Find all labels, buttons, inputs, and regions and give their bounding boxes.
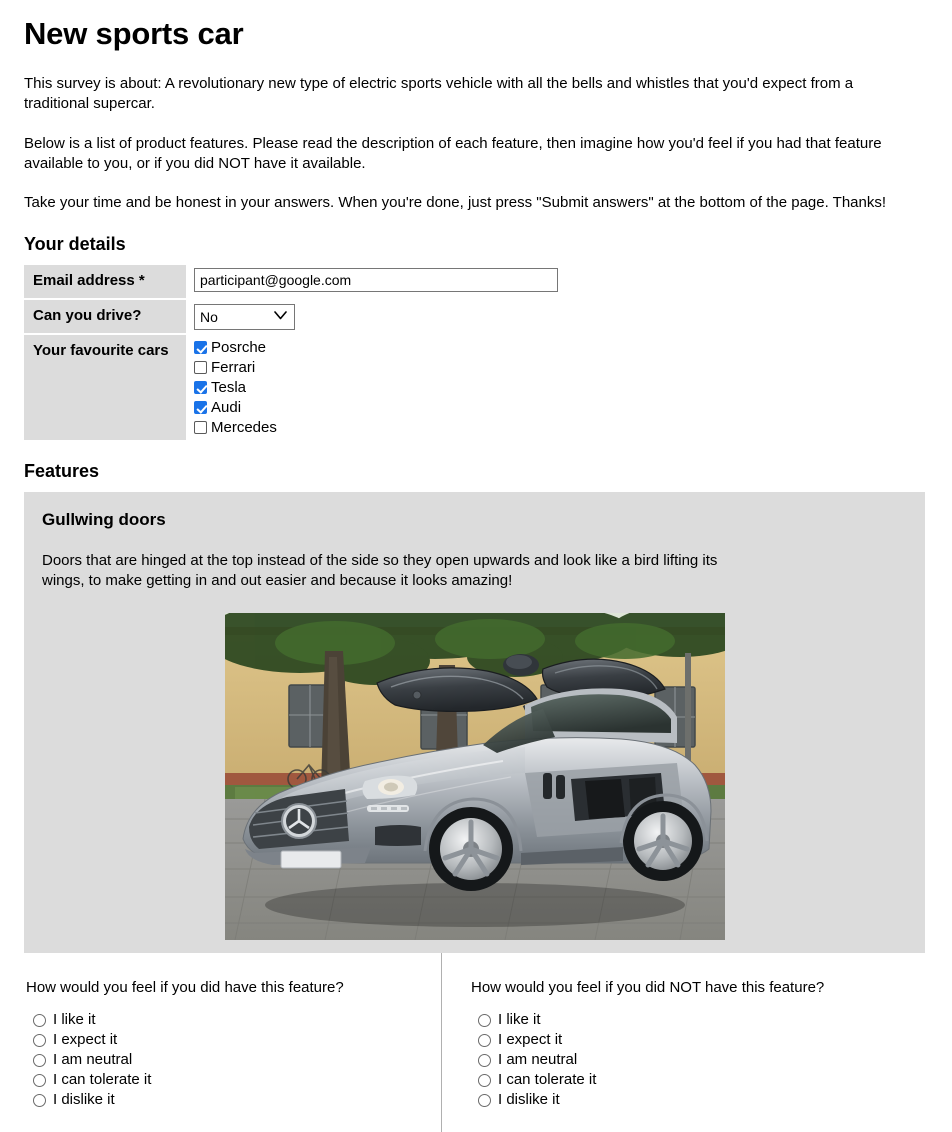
functional-radio-group: I like it I expect it I am neutral I can to… [26, 1010, 441, 1110]
gullwing-car-photo [224, 612, 725, 940]
radio-unselected-icon[interactable] [478, 1093, 491, 1107]
radio-option-label: I expect it [498, 1031, 563, 1049]
checkbox-checked-icon[interactable] [194, 401, 207, 415]
intro-paragraph-2: Below is a list of product features. Ple… [24, 134, 882, 172]
details-table: Email address * Can you drive? No [24, 265, 558, 440]
favourite-car-option[interactable]: Posrche [194, 338, 558, 358]
feature-name: Gullwing doors [42, 510, 166, 530]
favourite-car-label: Ferrari [211, 358, 256, 376]
radio-option[interactable]: I dislike it [33, 1090, 441, 1110]
checkbox-checked-icon[interactable] [194, 341, 207, 355]
radio-option-label: I am neutral [53, 1051, 133, 1069]
feature-questions: How would you feel if you did have this … [0, 952, 952, 1132]
intro-block: This survey is about: A revolutionary ne… [0, 74, 952, 214]
radio-option-label: I expect it [53, 1031, 118, 1049]
feature-description: Doors that are hinged at the top instead… [42, 551, 718, 590]
radio-unselected-icon[interactable] [33, 1033, 46, 1047]
radio-option[interactable]: I expect it [478, 1030, 952, 1050]
radio-option[interactable]: I can tolerate it [478, 1070, 952, 1090]
page-title: New sports car [24, 16, 244, 51]
radio-unselected-icon[interactable] [478, 1013, 491, 1027]
favourite-car-option[interactable]: Ferrari [194, 358, 558, 378]
functional-question-column: How would you feel if you did have this … [0, 953, 441, 1132]
radio-unselected-icon[interactable] [478, 1073, 491, 1087]
radio-option[interactable]: I dislike it [478, 1090, 952, 1110]
radio-unselected-icon[interactable] [33, 1073, 46, 1087]
checkbox-unchecked-icon[interactable] [194, 421, 207, 435]
radio-unselected-icon[interactable] [33, 1013, 46, 1027]
radio-option-label: I dislike it [498, 1091, 560, 1109]
radio-unselected-icon[interactable] [33, 1053, 46, 1067]
favourite-car-option[interactable]: Tesla [194, 378, 558, 398]
favourite-cars-label: Your favourite cars [24, 334, 186, 440]
table-row: Email address * [24, 265, 558, 301]
radio-option-label: I can tolerate it [53, 1071, 152, 1089]
checkbox-unchecked-icon[interactable] [194, 361, 207, 375]
drive-select-wrapper: No [194, 304, 295, 331]
radio-unselected-icon[interactable] [33, 1093, 46, 1107]
radio-option[interactable]: I can tolerate it [33, 1070, 441, 1090]
radio-option-label: I am neutral [498, 1051, 578, 1069]
favourite-car-option[interactable]: Mercedes [194, 418, 558, 438]
favourite-cars-cell: Posrche Ferrari Tesla Audi Mercedes [186, 335, 558, 440]
favourite-car-label: Tesla [211, 378, 247, 396]
can-you-drive-label: Can you drive? [24, 300, 186, 335]
radio-option-label: I dislike it [53, 1091, 115, 1109]
drive-select[interactable]: No [194, 304, 295, 331]
your-details-heading: Your details [24, 233, 126, 254]
table-row: Your favourite cars Posrche Ferrari Tesla A… [24, 334, 558, 440]
email-field-cell [186, 265, 558, 300]
radio-option[interactable]: I expect it [33, 1030, 441, 1050]
radio-option-label: I like it [498, 1011, 541, 1029]
drive-field-cell: No [186, 300, 558, 335]
feature-panel: Gullwing doors Doors that are hinged at … [24, 492, 925, 953]
email-field[interactable] [194, 268, 558, 293]
favourite-car-label: Mercedes [211, 418, 277, 436]
checkbox-checked-icon[interactable] [194, 381, 207, 395]
favourite-cars-checkbox-group: Posrche Ferrari Tesla Audi Mercedes [194, 338, 558, 438]
survey-page: New sports car This survey is about: A r… [0, 0, 952, 1132]
radio-option[interactable]: I am neutral [478, 1050, 952, 1070]
radio-option-label: I can tolerate it [498, 1071, 597, 1089]
table-row: Can you drive? No [24, 300, 558, 335]
intro-paragraph-1: This survey is about: A revolutionary ne… [24, 74, 854, 113]
email-label: Email address * [24, 265, 186, 301]
dysfunctional-question-column: How would you feel if you did NOT have t… [441, 952, 952, 1132]
favourite-car-label: Posrche [211, 338, 267, 356]
radio-unselected-icon[interactable] [478, 1053, 491, 1067]
feature-image-wrapper [42, 612, 907, 940]
radio-option[interactable]: I like it [33, 1010, 441, 1030]
dysfunctional-radio-group: I like it I expect it I am neutral I can to… [471, 1010, 952, 1110]
functional-question-text: How would you feel if you did have this … [26, 978, 344, 996]
radio-option[interactable]: I like it [478, 1010, 952, 1030]
radio-option-label: I like it [53, 1011, 96, 1029]
dysfunctional-question-text: How would you feel if you did NOT have t… [471, 978, 825, 996]
favourite-car-option[interactable]: Audi [194, 398, 558, 418]
radio-unselected-icon[interactable] [478, 1033, 491, 1047]
radio-option[interactable]: I am neutral [33, 1050, 441, 1070]
intro-paragraph-3: Take your time and be honest in your ans… [24, 194, 887, 212]
features-heading: Features [24, 460, 100, 481]
favourite-car-label: Audi [211, 398, 242, 416]
